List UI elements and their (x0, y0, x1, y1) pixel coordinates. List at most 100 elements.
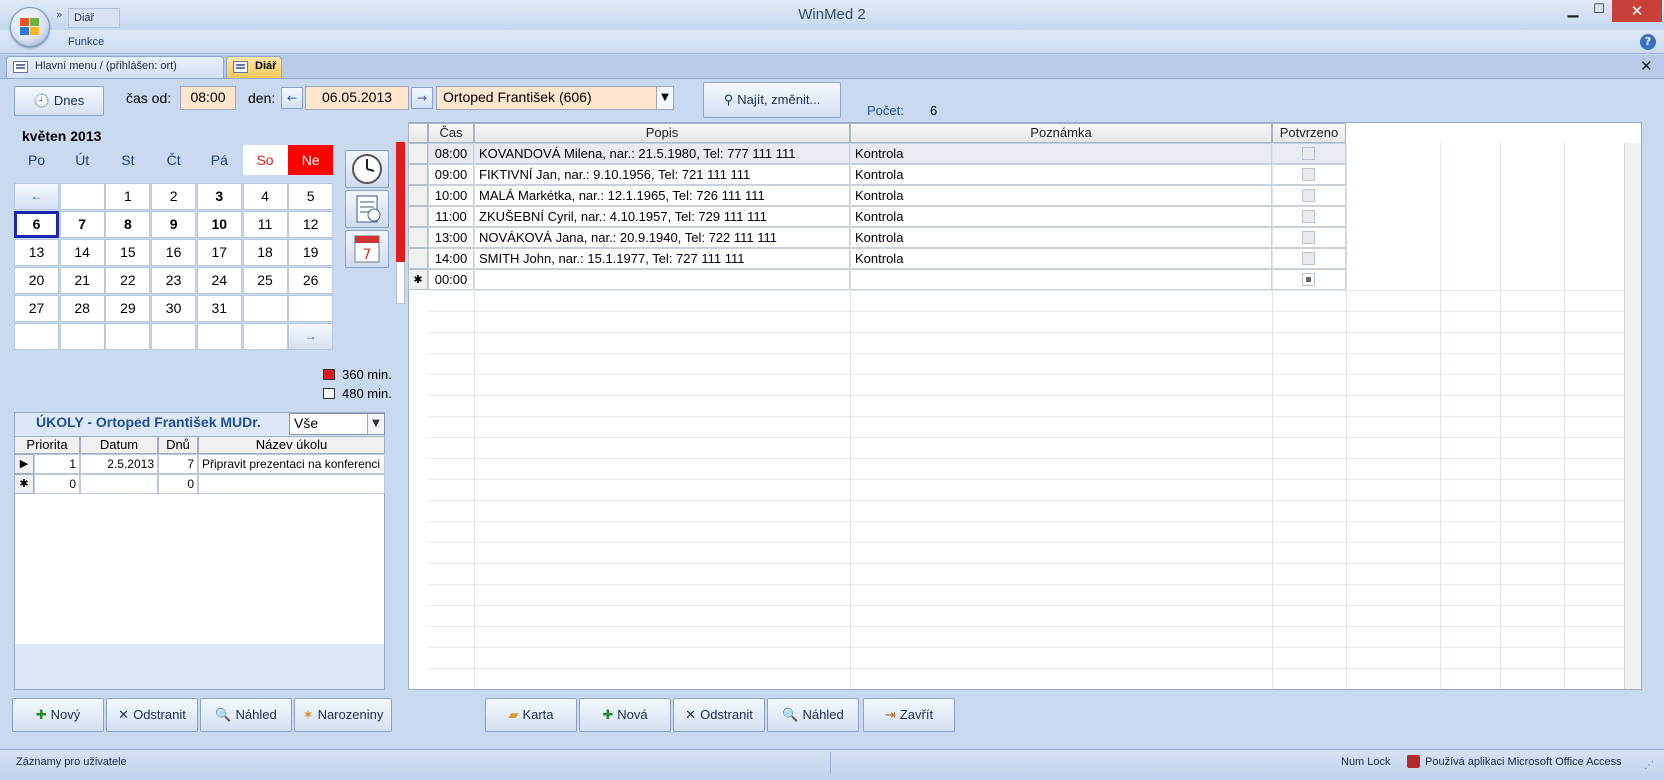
calendar-day[interactable] (59, 183, 105, 210)
calendar-day[interactable] (196, 323, 242, 350)
calendar-day[interactable]: 5 (288, 183, 334, 210)
task-priority[interactable]: 0 (34, 474, 80, 494)
calendar-day[interactable] (105, 323, 151, 350)
calendar-day[interactable]: 26 (288, 267, 334, 294)
cell-desc[interactable]: KOVANDOVÁ Milena, nar.: 21.5.1980, Tel: … (474, 143, 850, 164)
row-selector[interactable] (408, 143, 428, 164)
chevron-down-icon[interactable]: ▼ (367, 414, 384, 434)
confirmed-checkbox[interactable] (1302, 231, 1315, 244)
row-selector[interactable] (408, 227, 428, 248)
calendar-day[interactable]: 8 (105, 211, 151, 238)
calendar-day[interactable]: 9 (151, 211, 197, 238)
schedule-view-button[interactable] (345, 190, 389, 228)
calendar-day[interactable]: 18 (242, 239, 288, 266)
calendar-day[interactable]: 27 (14, 295, 59, 322)
new-appointment-button[interactable]: ✚ Nová (579, 698, 671, 732)
cell-note[interactable]: Kontrola (850, 227, 1272, 248)
find-change-button[interactable]: ⚲ Najít, změnit... (703, 82, 841, 118)
cell-time[interactable]: 11:00 (428, 206, 474, 227)
calendar-day[interactable]: 4 (242, 183, 288, 210)
task-date[interactable]: 2.5.2013 (80, 454, 158, 474)
calendar-day[interactable] (288, 295, 334, 322)
calendar-day[interactable]: 20 (14, 267, 59, 294)
cell-desc[interactable]: MALÁ Markétka, nar.: 12.1.1965, Tel: 726… (474, 185, 850, 206)
cell-note[interactable]: Kontrola (850, 143, 1272, 164)
prev-month-button[interactable]: ← (14, 183, 59, 210)
calendar-day[interactable]: 7 (59, 211, 105, 238)
cell-note[interactable] (850, 269, 1272, 290)
calendar-day[interactable]: 10 (196, 211, 242, 238)
confirmed-checkbox[interactable] (1302, 189, 1315, 202)
tasks-header-days[interactable]: Dnů (158, 436, 198, 454)
calendar-day[interactable] (14, 323, 59, 350)
new-row-icon[interactable]: ✱ (14, 474, 34, 494)
calendar-day[interactable] (59, 323, 105, 350)
calendar-day[interactable]: 3 (196, 183, 242, 210)
cell-time[interactable]: 08:00 (428, 143, 474, 164)
calendar-day[interactable]: 23 (151, 267, 197, 294)
cell-desc[interactable]: SMITH John, nar.: 15.1.1977, Tel: 727 11… (474, 248, 850, 269)
row-selector[interactable] (408, 185, 428, 206)
task-name[interactable]: Připravit prezentaci na konferenci (198, 454, 385, 474)
calendar-day[interactable]: 11 (242, 211, 288, 238)
calendar-view-button[interactable]: 7 (345, 230, 389, 268)
card-button[interactable]: ▰ Karta (485, 698, 577, 732)
calendar-day[interactable]: 12 (288, 211, 334, 238)
delete-task-button[interactable]: ✕ Odstranit (106, 698, 198, 732)
cell-note[interactable]: Kontrola (850, 185, 1272, 206)
calendar-day[interactable]: 29 (105, 295, 151, 322)
clock-view-button[interactable] (345, 150, 389, 188)
task-name[interactable] (198, 474, 385, 494)
ribbon-tab-funkce[interactable]: Funkce (68, 36, 104, 48)
calendar-day[interactable]: 24 (196, 267, 242, 294)
new-task-button[interactable]: ✚ Nový (12, 698, 104, 732)
cell-time[interactable]: 13:00 (428, 227, 474, 248)
new-row-icon[interactable]: ✱ (408, 269, 428, 290)
grid-vertical-scrollbar[interactable] (1624, 143, 1641, 689)
calendar-day[interactable]: 15 (105, 239, 151, 266)
calendar-day[interactable]: 17 (196, 239, 242, 266)
confirmed-checkbox[interactable] (1302, 147, 1315, 160)
grid-header-confirmed[interactable]: Potvrzeno (1272, 123, 1346, 143)
cell-desc[interactable]: FIKTIVNÍ Jan, nar.: 9.10.1956, Tel: 721 … (474, 164, 850, 185)
calendar-day[interactable] (242, 295, 288, 322)
calendar-day[interactable]: 22 (105, 267, 151, 294)
task-date[interactable] (80, 474, 158, 494)
tab-diar[interactable]: Diář (226, 56, 282, 78)
cell-desc[interactable]: ZKUŠEBNÍ Cyril, nar.: 4.10.1957, Tel: 72… (474, 206, 850, 227)
tasks-header-priority[interactable]: Priorita (14, 436, 80, 454)
maximize-icon[interactable]: ☐ (1588, 2, 1610, 22)
calendar-day[interactable]: 21 (59, 267, 105, 294)
help-icon[interactable]: ? (1640, 34, 1656, 50)
task-days[interactable]: 0 (158, 474, 198, 494)
time-from-field[interactable]: 08:00 (180, 86, 236, 110)
calendar-day[interactable]: 30 (151, 295, 197, 322)
calendar-day[interactable]: 6 (14, 211, 59, 238)
preview-task-button[interactable]: 🔍 Náhled (200, 698, 292, 732)
cell-desc[interactable] (474, 269, 850, 290)
task-days[interactable]: 7 (158, 454, 198, 474)
select-all-corner[interactable] (408, 123, 428, 143)
day-field[interactable]: 06.05.2013 (305, 86, 409, 110)
calendar-day[interactable]: 31 (196, 295, 242, 322)
confirmed-checkbox[interactable] (1302, 210, 1315, 223)
cell-time[interactable]: 00:00 (428, 269, 474, 290)
calendar-day[interactable]: 2 (151, 183, 197, 210)
minimize-icon[interactable]: ▁ (1562, 2, 1584, 22)
grid-header-desc[interactable]: Popis (474, 123, 850, 143)
cell-time[interactable]: 10:00 (428, 185, 474, 206)
chevron-down-icon[interactable]: ▼ (656, 87, 673, 109)
resize-grip-icon[interactable]: ⋰ (1644, 760, 1654, 771)
confirmed-checkbox[interactable] (1302, 252, 1315, 265)
next-day-button[interactable]: → (411, 87, 433, 109)
preview-appointment-button[interactable]: 🔍 Náhled (767, 698, 859, 732)
doctor-select[interactable]: Ortoped František (606) (436, 86, 674, 110)
cell-note[interactable]: Kontrola (850, 164, 1272, 185)
calendar-day[interactable]: 14 (59, 239, 105, 266)
tasks-header-name[interactable]: Název úkolu (198, 436, 385, 454)
calendar-day[interactable]: 13 (14, 239, 59, 266)
quick-access-chevron-icon[interactable]: » (56, 8, 63, 21)
cell-time[interactable]: 14:00 (428, 248, 474, 269)
confirmed-checkbox[interactable] (1302, 273, 1315, 286)
row-selector[interactable] (408, 164, 428, 185)
